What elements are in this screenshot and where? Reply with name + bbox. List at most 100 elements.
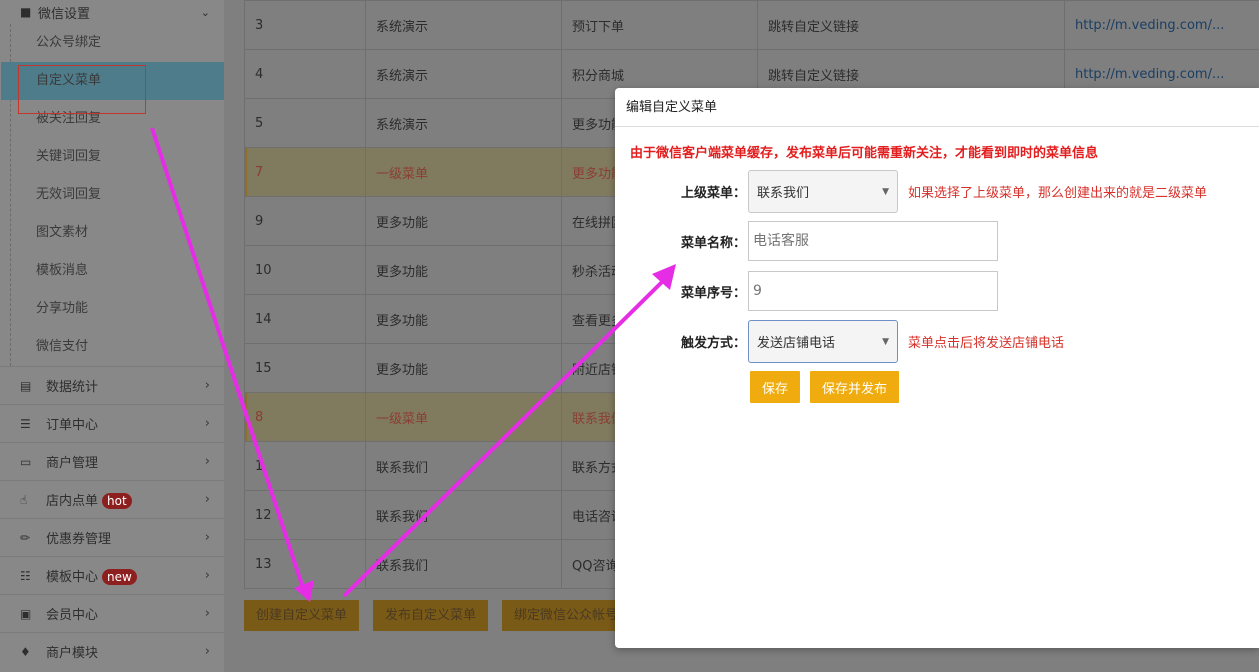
submenu-item-news-material[interactable]: 图文素材: [1, 214, 224, 252]
sidebar-item-label: 店内点单 hot: [46, 490, 205, 509]
chat-icon: ■: [20, 5, 32, 19]
cell-name: 预订下单: [561, 0, 758, 50]
cell-id: 4: [244, 49, 366, 99]
cell-id: 5: [244, 98, 366, 148]
cell-id: 12: [244, 490, 366, 540]
gift-icon: ♦: [20, 644, 31, 659]
sidebar-group-label: 微信设置: [38, 6, 91, 22]
bind-wechat-account-button[interactable]: 绑定微信公众帐号: [502, 600, 631, 631]
sidebar-item-merchant-modules[interactable]: ♦ 商户模块 ›: [0, 632, 224, 670]
chevron-right-icon: ›: [204, 644, 210, 659]
menu-name-input[interactable]: [748, 221, 998, 261]
cell-parent: 更多功能: [365, 343, 562, 393]
submenu-item-follow-reply[interactable]: 被关注回复: [1, 100, 224, 138]
submenu-item-wechat-pay[interactable]: 微信支付: [1, 328, 224, 366]
menu-name-row: 菜单名称：: [615, 221, 998, 261]
sidebar-item-templates[interactable]: ☷ 模板中心 new ›: [0, 556, 224, 594]
submenu-item-custom-menu[interactable]: 自定义菜单: [1, 62, 224, 100]
trigger-select[interactable]: 发送店铺电话 ▼: [748, 320, 898, 363]
th-list-icon: ☷: [20, 568, 31, 583]
cell-id: 3: [244, 0, 366, 50]
parent-menu-select[interactable]: 联系我们 ▼: [748, 170, 898, 213]
laptop-icon: ▭: [20, 454, 32, 469]
caret-down-icon: ▼: [882, 336, 889, 347]
cell-id: 8: [244, 392, 366, 442]
cell-id: 7: [244, 147, 366, 197]
sidebar-item-label: 模板中心 new: [46, 566, 205, 585]
cell-parent: 联系我们: [365, 441, 562, 491]
submenu-item-invalid-reply[interactable]: 无效词回复: [1, 176, 224, 214]
cell-parent: 更多功能: [365, 245, 562, 295]
save-and-publish-button[interactable]: 保存并发布: [810, 371, 900, 403]
cell-parent: 系统演示: [365, 0, 562, 50]
chevron-right-icon: ›: [204, 416, 210, 431]
modal-title: 编辑自定义菜单: [615, 88, 1259, 127]
credit-card-icon: ▣: [20, 606, 32, 621]
sidebar-item-statistics[interactable]: ▤ 数据统计 ›: [0, 366, 224, 404]
parent-menu-hint: 如果选择了上级菜单，那么创建出来的就是二级菜单: [908, 186, 1208, 201]
sidebar-item-merchants[interactable]: ▭ 商户管理 ›: [0, 442, 224, 480]
hot-badge: hot: [102, 493, 132, 509]
chevron-right-icon: ›: [204, 378, 210, 393]
cell-id: 10: [244, 245, 366, 295]
table-row: 3 系统演示 预订下单 跳转自定义链接 http://m.veding.com/...: [244, 0, 1259, 50]
chevron-right-icon: ›: [204, 492, 210, 507]
submenu-item-share[interactable]: 分享功能: [1, 290, 224, 328]
trigger-label: 触发方式：: [680, 336, 746, 351]
sidebar-item-label: 优惠券管理: [46, 532, 112, 547]
sidebar-item-label: 商户管理: [46, 456, 99, 471]
menu-order-input[interactable]: [748, 271, 998, 311]
hand-pointer-icon: ☝: [20, 492, 28, 507]
submenu-item-template-message[interactable]: 模板消息: [1, 252, 224, 290]
cell-parent: 更多功能: [365, 196, 562, 246]
bottom-toolbar: 创建自定义菜单 发布自定义菜单 绑定微信公众帐号: [244, 600, 631, 631]
trigger-hint: 菜单点击后将发送店铺电话: [908, 336, 1065, 351]
cell-id: 9: [244, 196, 366, 246]
sidebar-group-wechat-settings[interactable]: ■ 微信设置 ⌄: [0, 0, 224, 24]
cell-action: 跳转自定义链接: [757, 0, 1065, 50]
cell-parent: 系统演示: [365, 98, 562, 148]
create-custom-menu-button[interactable]: 创建自定义菜单: [244, 600, 360, 631]
sidebar-item-label: 会员中心: [46, 608, 99, 623]
cell-link[interactable]: http://m.veding.com/...: [1064, 0, 1259, 50]
parent-menu-row: 上级菜单： 联系我们 ▼ 如果选择了上级菜单，那么创建出来的就是二级菜单: [615, 170, 1207, 213]
caret-down-icon: ▼: [882, 186, 889, 197]
menu-order-label: 菜单序号：: [680, 285, 746, 301]
cell-id: 13: [244, 539, 366, 589]
sidebar-item-label: 数据统计: [46, 380, 99, 395]
edit-menu-modal: 编辑自定义菜单 由于微信客户端菜单缓存，发布菜单后可能需重新关注，才能看到即时的…: [615, 88, 1259, 648]
chevron-down-icon: ⌄: [200, 5, 210, 19]
cell-parent: 系统演示: [365, 49, 562, 99]
cell-parent: 联系我们: [365, 490, 562, 540]
new-badge: new: [102, 569, 137, 585]
chevron-right-icon: ›: [204, 568, 210, 583]
cache-notice: 由于微信客户端菜单缓存，发布菜单后可能需重新关注，才能看到即时的菜单信息: [630, 146, 1099, 161]
cell-id: 15: [244, 343, 366, 393]
eraser-icon: ✏: [20, 530, 31, 545]
cell-id: 1: [244, 441, 366, 491]
parent-menu-value: 联系我们: [757, 186, 810, 201]
sidebar-item-label: 商户模块: [46, 646, 99, 661]
sidebar-item-coupons[interactable]: ✏ 优惠券管理 ›: [0, 518, 224, 556]
chevron-right-icon: ›: [204, 454, 210, 469]
menu-order-row: 菜单序号：: [615, 271, 998, 311]
list-icon: ☰: [20, 416, 31, 431]
sidebar-item-in-store-order[interactable]: ☝ 店内点单 hot ›: [0, 480, 224, 518]
sidebar-item-orders[interactable]: ☰ 订单中心 ›: [0, 404, 224, 442]
sidebar: ■ 微信设置 ⌄ 公众号绑定 自定义菜单 被关注回复 关键词回复 无效词回复 图…: [0, 0, 224, 672]
cell-parent: 更多功能: [365, 294, 562, 344]
cell-parent: 一级菜单: [365, 392, 562, 442]
save-button[interactable]: 保存: [750, 371, 801, 403]
bar-chart-icon: ▤: [20, 378, 32, 393]
modal-actions: 保存 保存并发布: [750, 371, 900, 403]
trigger-row: 触发方式： 发送店铺电话 ▼ 菜单点击后将发送店铺电话: [615, 320, 1064, 363]
menu-name-label: 菜单名称：: [680, 235, 746, 251]
chevron-right-icon: ›: [204, 530, 210, 545]
publish-custom-menu-button[interactable]: 发布自定义菜单: [373, 600, 489, 631]
trigger-value: 发送店铺电话: [757, 336, 836, 351]
cell-id: 14: [244, 294, 366, 344]
submenu-item-account-binding[interactable]: 公众号绑定: [1, 24, 224, 62]
submenu-item-keyword-reply[interactable]: 关键词回复: [1, 138, 224, 176]
sidebar-item-members[interactable]: ▣ 会员中心 ›: [0, 594, 224, 632]
sidebar-item-label: 订单中心: [46, 418, 99, 433]
